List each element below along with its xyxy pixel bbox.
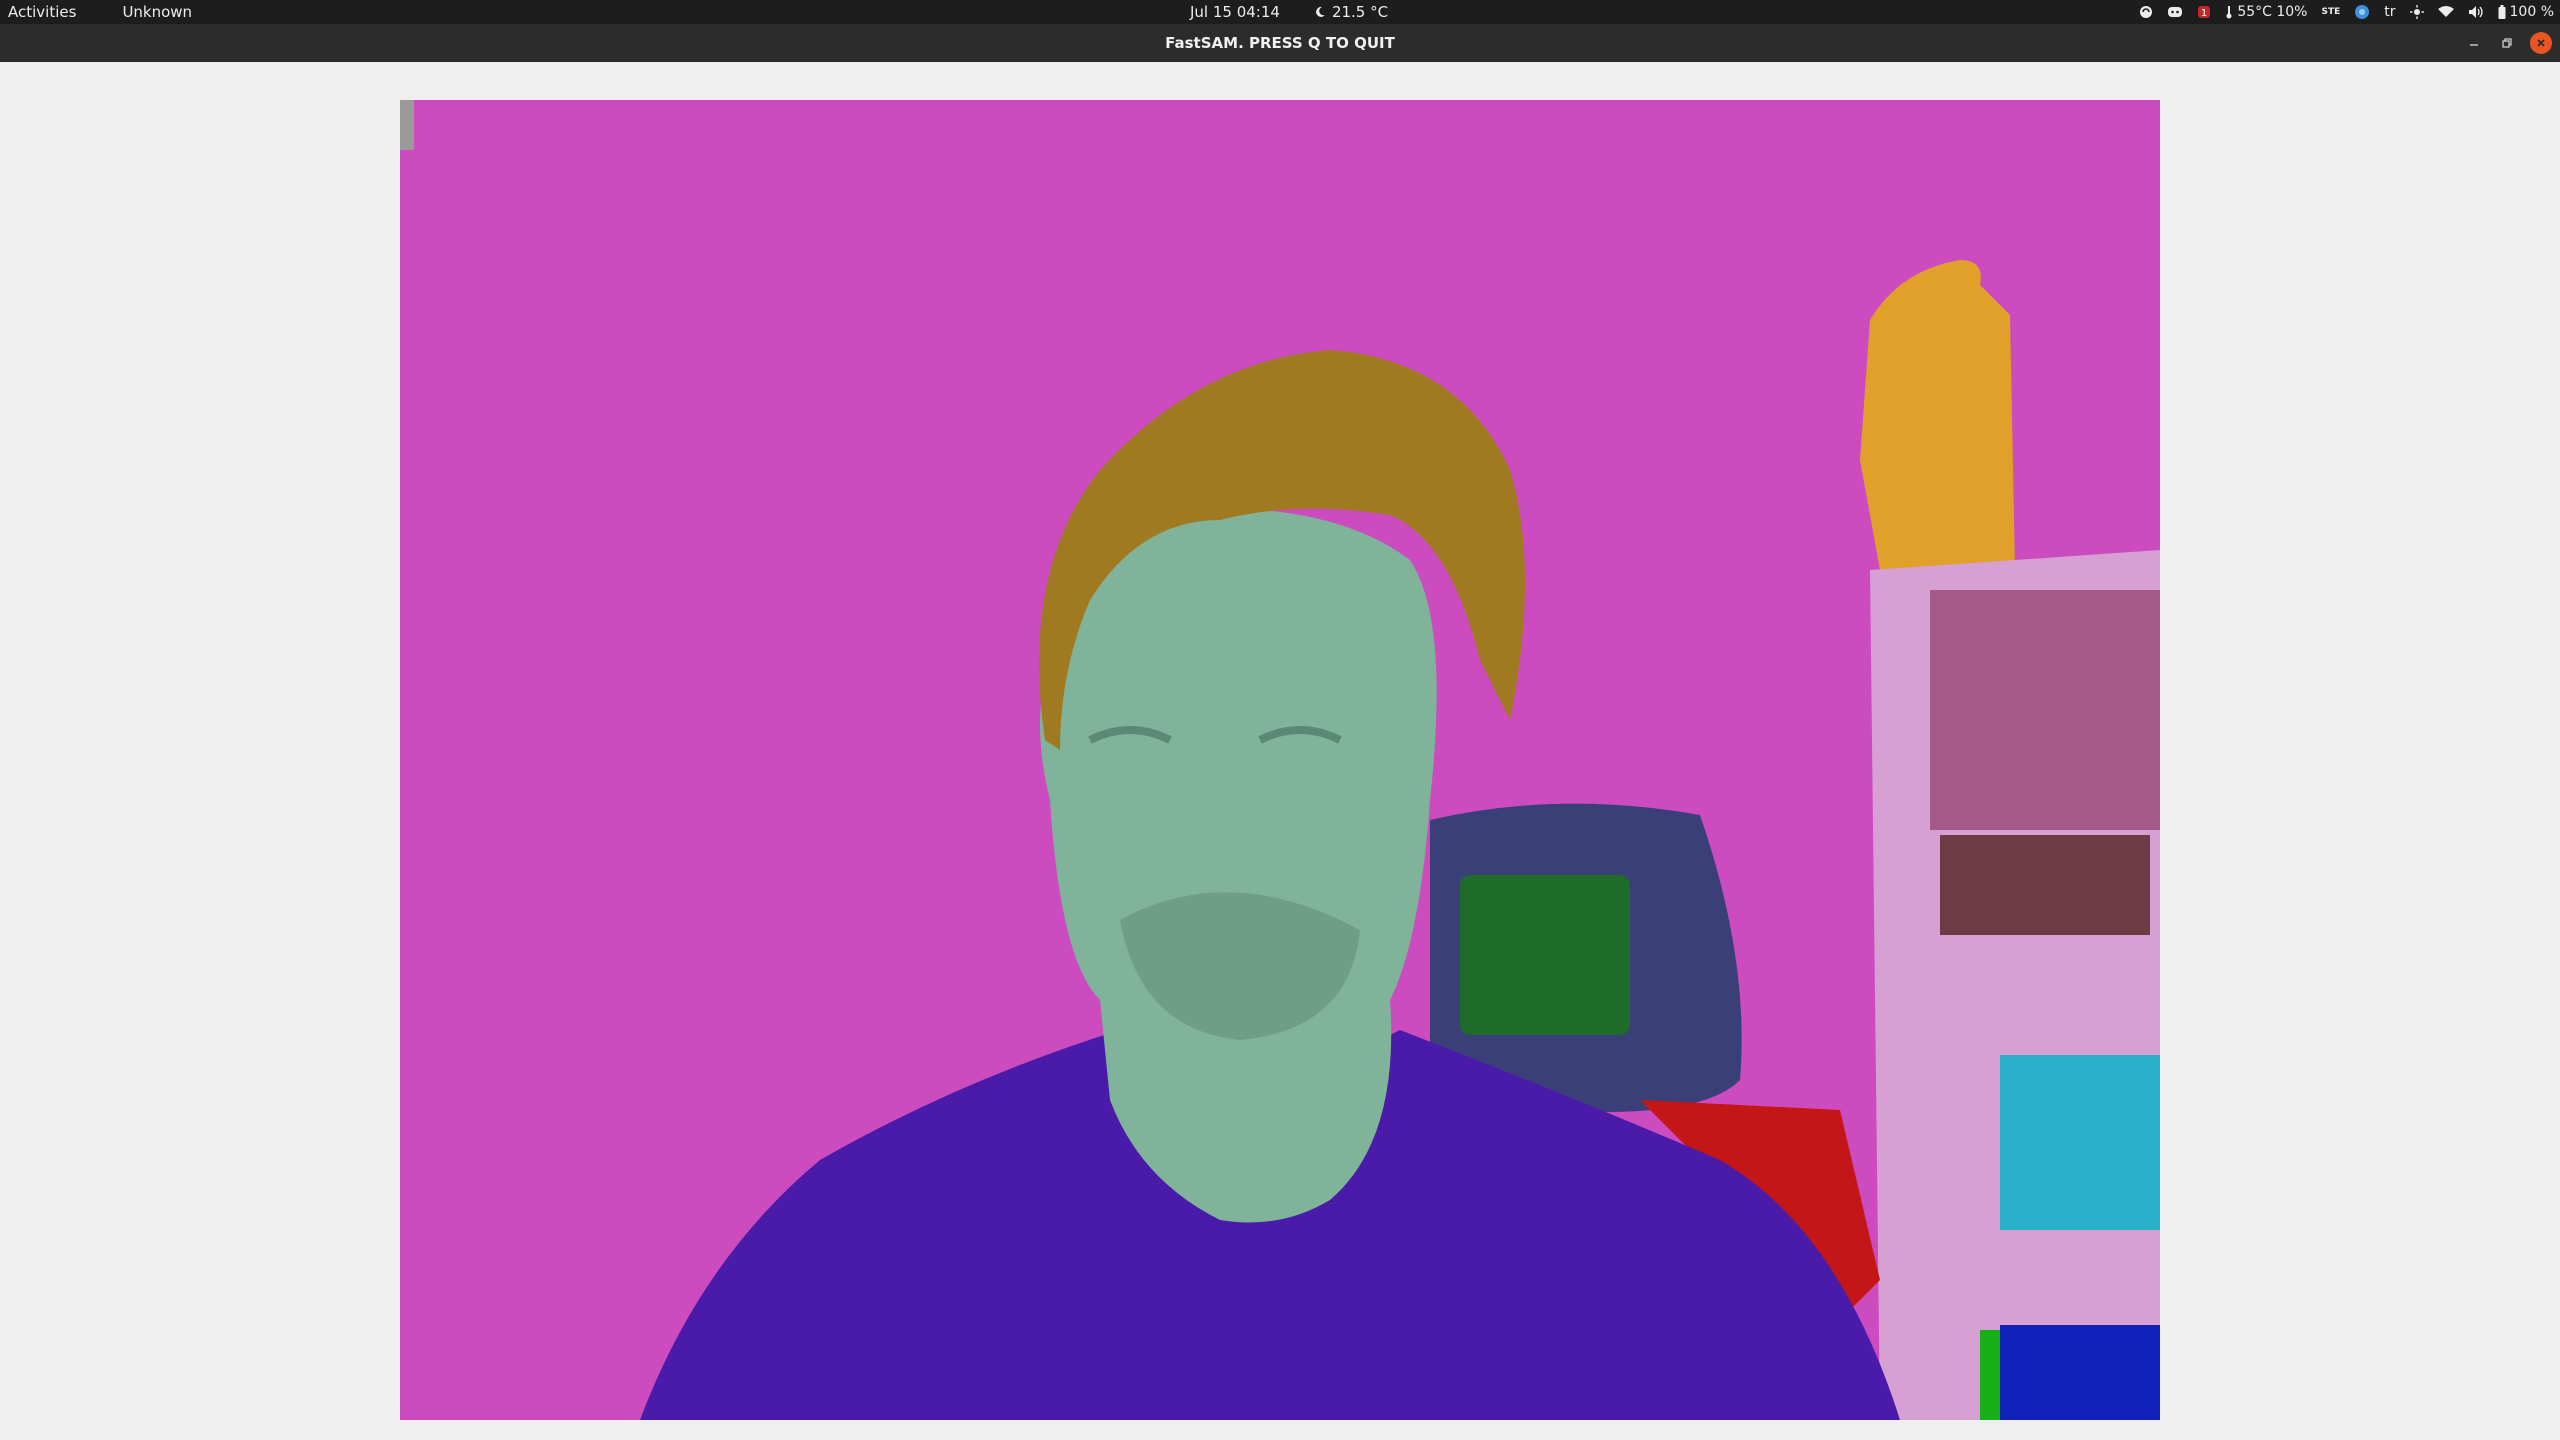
app-menu[interactable]: Unknown — [122, 3, 192, 21]
top-bar: Activities Unknown Jul 15 04:14 21.5 °C … — [0, 0, 2560, 24]
svg-text:1: 1 — [2201, 8, 2207, 19]
blue-box-segment — [2000, 1325, 2160, 1420]
battery-indicator[interactable]: 100 % — [2498, 4, 2554, 20]
sync-icon[interactable] — [2139, 5, 2153, 19]
window-titlebar[interactable]: FastSAM. PRESS Q TO QUIT — [0, 24, 2560, 62]
battery-icon — [2498, 5, 2506, 19]
shelf-dark-segment — [1940, 835, 2150, 935]
battery-label: 100 % — [2509, 4, 2554, 20]
restore-icon — [2502, 38, 2512, 48]
volume-icon[interactable] — [2468, 5, 2484, 19]
weather-indicator[interactable]: 21.5 °C — [1314, 3, 1388, 21]
activities-button[interactable]: Activities — [8, 3, 76, 21]
discord-icon[interactable] — [2167, 6, 2183, 18]
shelf-compartment-segment — [1930, 590, 2160, 830]
chair-grill-segment — [1460, 875, 1630, 1035]
segmented-webcam-image — [400, 100, 2160, 1420]
cpu-stats-label: 55°C 10% — [2237, 4, 2308, 20]
clock[interactable]: Jul 15 04:14 21.5 °C — [1190, 0, 1388, 24]
minimize-button[interactable] — [2460, 24, 2488, 62]
browser-icon[interactable] — [2354, 4, 2370, 20]
keyboard-layout[interactable]: tr — [2384, 4, 2395, 20]
segmentation-view — [400, 100, 2160, 1420]
ste-label[interactable]: STE — [2321, 7, 2340, 17]
minimize-icon — [2470, 44, 2478, 46]
close-icon — [2537, 39, 2545, 47]
close-button[interactable] — [2527, 24, 2555, 62]
indicator-icon[interactable]: 1 — [2197, 5, 2211, 19]
corner-segment — [400, 100, 414, 150]
wifi-icon[interactable] — [2437, 6, 2454, 18]
green-strip-segment — [1980, 1330, 2000, 1420]
thermometer-icon — [2226, 6, 2232, 19]
lamp-segment — [1860, 260, 2015, 570]
night-light-icon[interactable] — [2409, 5, 2424, 19]
moon-icon — [1316, 6, 1325, 17]
window-title: FastSAM. PRESS Q TO QUIT — [1165, 34, 1395, 52]
maximize-button[interactable] — [2493, 24, 2521, 62]
weather-label: 21.5 °C — [1331, 3, 1389, 21]
cyan-box-segment — [2000, 1055, 2160, 1230]
datetime-label: Jul 15 04:14 — [1190, 3, 1280, 21]
cpu-monitor[interactable]: 55°C 10% — [2225, 4, 2307, 20]
